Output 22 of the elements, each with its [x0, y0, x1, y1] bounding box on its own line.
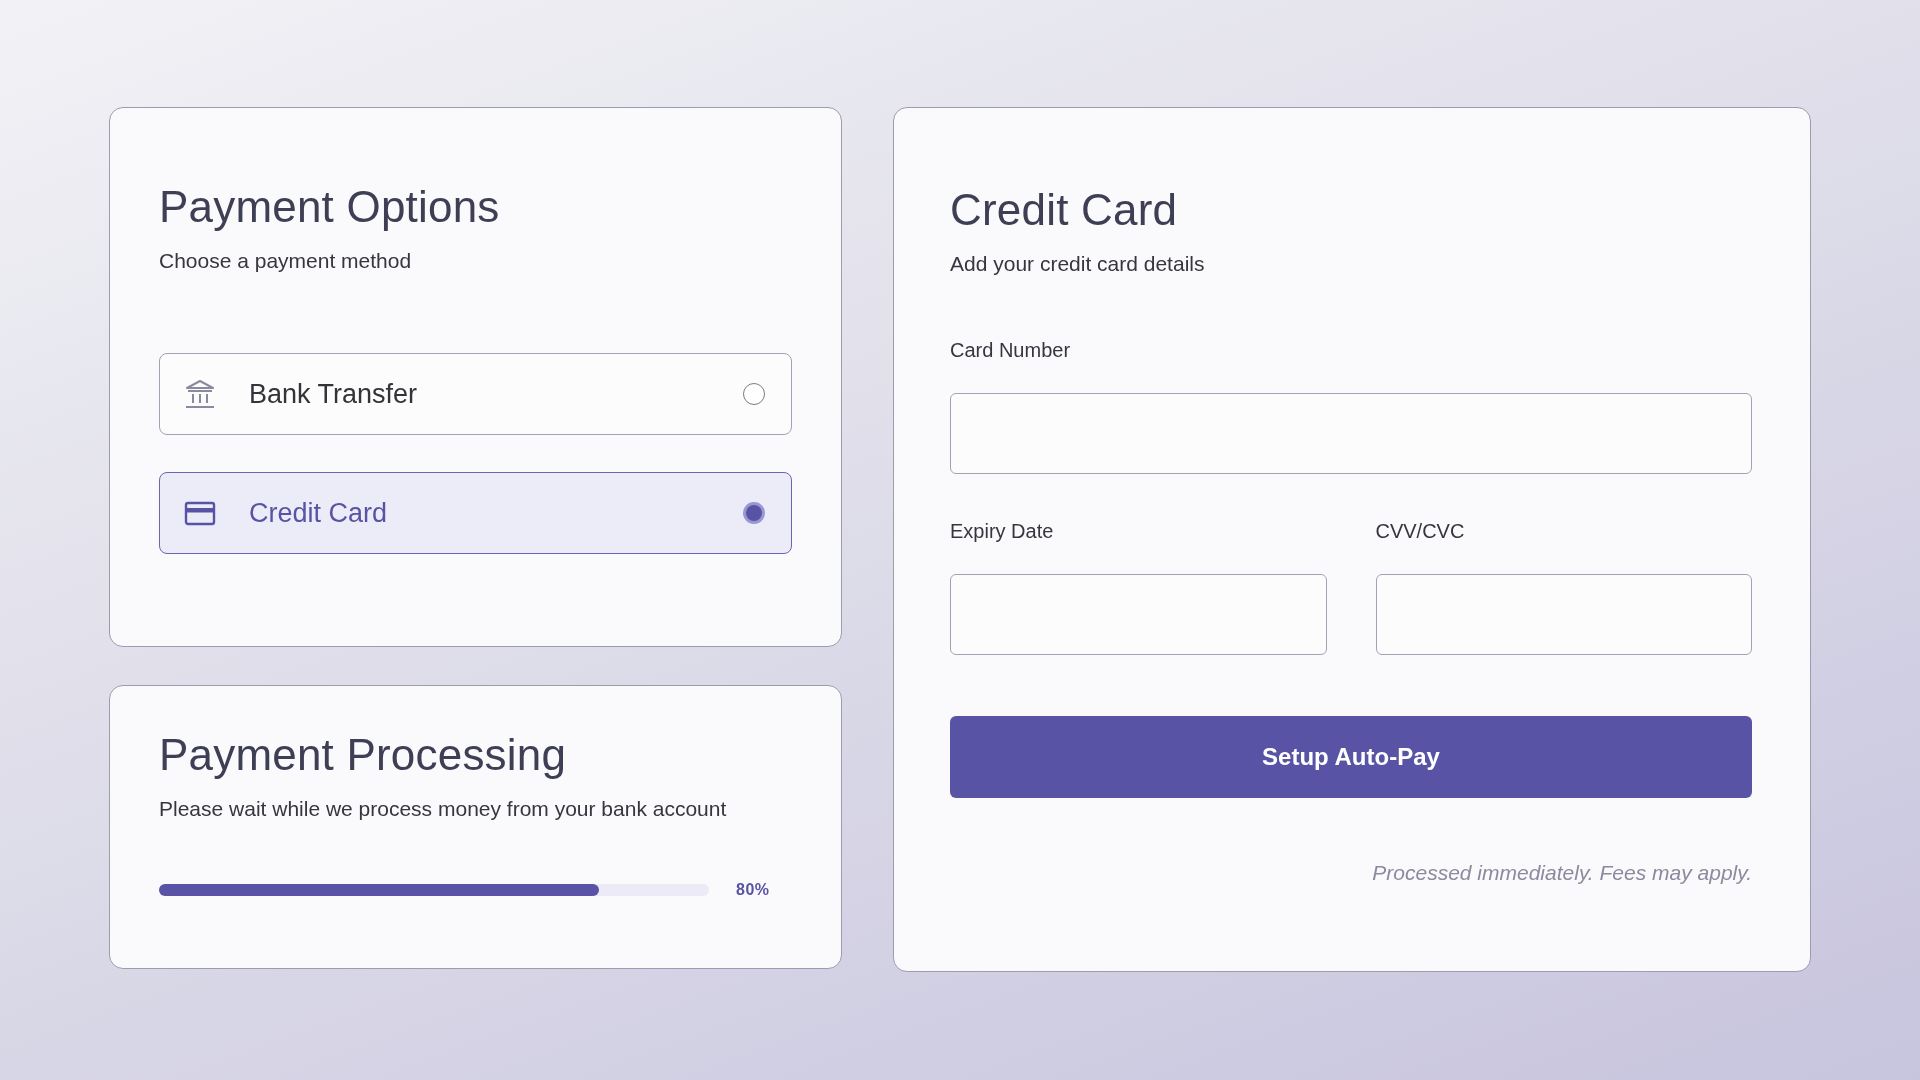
- radio-button[interactable]: [743, 383, 765, 405]
- input-field[interactable]: [950, 574, 1327, 655]
- card-title: Payment Processing: [159, 729, 568, 781]
- card-title: Payment Options: [159, 181, 501, 233]
- field-label: Card Number: [950, 338, 1072, 362]
- option-label: Credit Card: [249, 496, 389, 530]
- bank-icon: [184, 378, 216, 410]
- option-label: Bank Transfer: [249, 377, 419, 411]
- radio-button[interactable]: [743, 502, 765, 524]
- progress-percent: 80%: [736, 880, 770, 900]
- field-label: Expiry Date: [950, 519, 1055, 543]
- field-label: CVV/CVC: [1375, 519, 1466, 543]
- payment-option[interactable]: Bank Transfer: [159, 353, 792, 435]
- payment-option[interactable]: Credit Card: [159, 472, 792, 554]
- setup-autopay-button[interactable]: Setup Auto-Pay: [950, 716, 1752, 798]
- input-field[interactable]: [1375, 574, 1752, 655]
- card-subtitle: Choose a payment method: [159, 248, 413, 274]
- card-title: Credit Card: [950, 184, 1179, 236]
- card-subtitle: Please wait while we process money from your bank account: [159, 796, 728, 822]
- input-field[interactable]: [950, 393, 1752, 474]
- card-subtitle: Add your credit card details: [950, 251, 1206, 277]
- fee-note: Processed immediately. Fees may apply.: [1371, 860, 1752, 886]
